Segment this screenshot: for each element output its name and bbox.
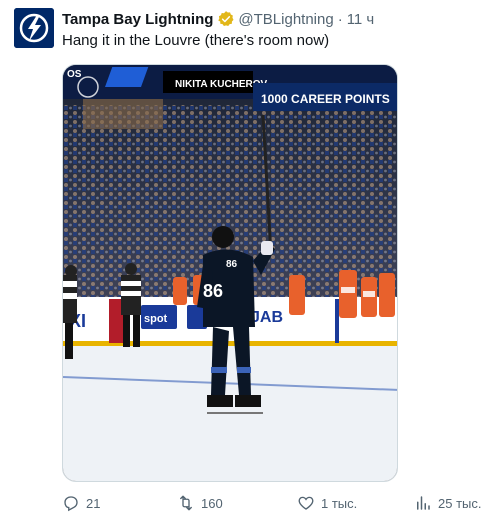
reply-icon [64, 496, 78, 512]
jersey-number-back: 86 [226, 259, 238, 270]
heart-icon [298, 496, 314, 510]
author-handle[interactable]: @TBLightning [238, 11, 333, 28]
repost-icon [180, 495, 192, 511]
avatar[interactable] [14, 8, 54, 48]
like-button[interactable]: 1 тыс. [297, 494, 357, 512]
author-name[interactable]: Tampa Bay Lightning [62, 11, 213, 28]
repost-count: 160 [201, 495, 223, 511]
reply-button[interactable]: 21 [62, 494, 100, 512]
views-count: 25 тыс. [438, 495, 482, 511]
post-time[interactable]: 11 ч [347, 11, 375, 28]
separator-dot: · [337, 10, 343, 28]
hockey-photo: OS NIKITA KUCHEROV 1000 CAREER POINTS XI… [63, 65, 397, 481]
views-chart-icon [417, 496, 430, 510]
tweet-text: Hang it in the Louvre (there's room now) [62, 32, 330, 49]
tweet-photo[interactable]: OS NIKITA KUCHEROV 1000 CAREER POINTS XI… [62, 64, 398, 482]
views-button[interactable]: 25 тыс. [414, 494, 481, 512]
tweet-actions: 21 160 1 тыс. 25 тыс. [62, 494, 482, 516]
reply-count: 21 [86, 495, 101, 511]
like-count: 1 тыс. [321, 495, 358, 511]
banner-prefix: OS [67, 69, 82, 80]
banner-caption: 1000 CAREER POINTS [261, 92, 390, 106]
tweet-header: Tampa Bay Lightning @TBLightning · 11 ч [62, 9, 374, 29]
board-ad-2: spot [144, 313, 168, 325]
repost-button[interactable]: 160 [177, 494, 223, 512]
verified-badge-icon[interactable] [217, 10, 235, 28]
lightning-logo-icon [14, 8, 54, 48]
jersey-number-front: 86 [203, 281, 223, 301]
board-ad-3: JAB [251, 309, 283, 326]
